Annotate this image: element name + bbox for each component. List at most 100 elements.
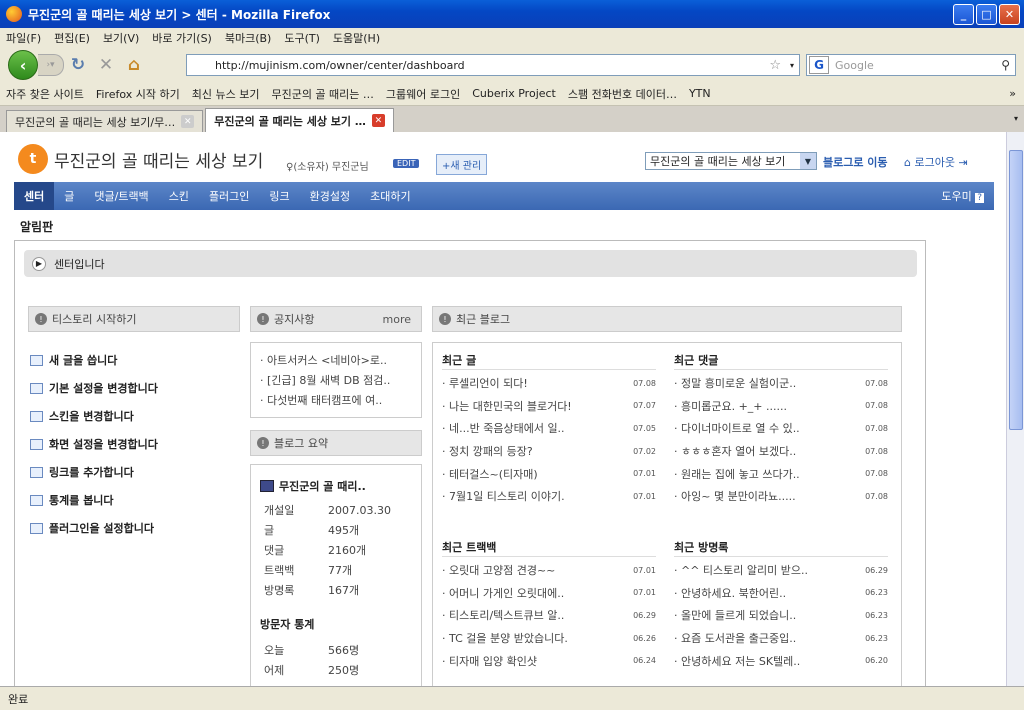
recent-posts-title: 최근 글 bbox=[442, 350, 656, 370]
search-box[interactable]: G Google ⚲ bbox=[806, 54, 1016, 76]
bookmark-item[interactable]: 무진군의 골 때리는 … bbox=[271, 86, 373, 102]
item-date: 06.20 bbox=[865, 656, 888, 666]
stop-icon[interactable]: ✕ bbox=[92, 55, 120, 75]
list-item[interactable]: · 안녕하세요 저는 SK텔레.. 06.20 bbox=[674, 649, 888, 672]
nav-invite[interactable]: 초대하기 bbox=[360, 182, 420, 210]
list-item[interactable]: · 나는 대한민국의 블로거다! 07.07 bbox=[442, 395, 656, 418]
navigation-toolbar: ‹ ›▾ ↻ ✕ ⌂ http://mujinism.com/owner/cen… bbox=[0, 48, 1024, 82]
item-label: 흥미롭군요. +_+ ...... bbox=[681, 399, 788, 413]
start-item[interactable]: 링크를 추가합니다 bbox=[30, 458, 240, 486]
list-item[interactable]: · 티스토리/텍스트큐브 알.. 06.29 bbox=[442, 604, 656, 627]
notice-more-link[interactable]: more bbox=[383, 313, 412, 326]
item-date: 06.24 bbox=[633, 656, 656, 666]
notice-item[interactable]: · 아트서커스 <네비아>로.. bbox=[260, 350, 420, 370]
tab-list-icon[interactable]: ▾ bbox=[1014, 114, 1018, 123]
menu-view[interactable]: 보기(V) bbox=[103, 30, 139, 46]
maximize-button[interactable]: □ bbox=[976, 4, 997, 25]
url-dropdown-icon[interactable]: ▾ bbox=[790, 61, 794, 70]
tab-label: 무진군의 골 때리는 세상 보기 … bbox=[214, 114, 366, 128]
google-icon[interactable]: G bbox=[809, 56, 829, 74]
go-blog-link[interactable]: 블로그로 이동 bbox=[823, 154, 888, 170]
tab-2[interactable]: 무진군의 골 때리는 세상 보기 … ✕ bbox=[205, 108, 394, 132]
nav-center[interactable]: 센터 bbox=[14, 182, 55, 210]
help-link[interactable]: 도우미 ? bbox=[941, 188, 984, 204]
bookmark-item[interactable]: YTN bbox=[689, 87, 711, 100]
back-button[interactable]: ‹ bbox=[8, 50, 38, 80]
list-item[interactable]: · 안녕하세요. 북한어린.. 06.23 bbox=[674, 582, 888, 605]
edit-badge[interactable]: EDIT bbox=[393, 159, 420, 168]
bookmarks-toolbar: 자주 찾은 사이트 Firefox 시작 하기 최신 뉴스 보기 무진군의 골 … bbox=[0, 82, 1024, 106]
close-button[interactable]: ✕ bbox=[999, 4, 1020, 25]
bookmark-item[interactable]: 최신 뉴스 보기 bbox=[192, 86, 260, 102]
start-item[interactable]: 화면 설정을 변경합니다 bbox=[30, 430, 240, 458]
list-item[interactable]: · 흥미롭군요. +_+ ...... 07.08 bbox=[674, 395, 888, 418]
bookmark-item[interactable]: 스팸 전화번호 데이터… bbox=[568, 86, 677, 102]
bookmark-item[interactable]: 자주 찾은 사이트 bbox=[6, 86, 84, 102]
chevron-right-icon[interactable]: » bbox=[1009, 87, 1016, 100]
stat-value: 495개 bbox=[328, 524, 360, 537]
logout-link[interactable]: ⌂ 로그아웃 ⇥ bbox=[904, 154, 968, 170]
nav-plugin[interactable]: 플러그인 bbox=[199, 182, 259, 210]
start-item[interactable]: 플러그인을 설정합니다 bbox=[30, 514, 240, 542]
start-item[interactable]: 스킨을 변경합니다 bbox=[30, 402, 240, 430]
new-manage-button[interactable]: +새 관리 bbox=[436, 154, 488, 175]
menu-help[interactable]: 도움말(H) bbox=[333, 30, 380, 46]
scrollbar-thumb[interactable] bbox=[1009, 150, 1023, 430]
list-item[interactable]: · 루셀리언이 되다! 07.08 bbox=[442, 372, 656, 395]
home-icon[interactable]: ⌂ bbox=[120, 55, 148, 75]
list-item[interactable]: · 티자매 입양 확인샷 06.24 bbox=[442, 649, 656, 672]
start-item[interactable]: 새 글을 씁니다 bbox=[30, 346, 240, 374]
start-item[interactable]: 기본 설정을 변경합니다 bbox=[30, 374, 240, 402]
nav-link[interactable]: 링크 bbox=[259, 182, 299, 210]
blog-select[interactable]: 무진군의 골 때리는 세상 보기 ▼ bbox=[645, 152, 817, 170]
start-item[interactable]: 통계를 봅니다 bbox=[30, 486, 240, 514]
list-item[interactable]: · 원래는 집에 놓고 쓰다가.. 07.08 bbox=[674, 462, 888, 485]
minimize-button[interactable]: _ bbox=[953, 4, 974, 25]
stat-value: 566명 bbox=[328, 644, 360, 657]
menu-tools[interactable]: 도구(T) bbox=[284, 30, 320, 46]
search-icon[interactable]: ⚲ bbox=[1001, 58, 1010, 72]
menu-edit[interactable]: 편집(E) bbox=[54, 30, 90, 46]
notice-item[interactable]: · 다섯번째 태터캠프에 여.. bbox=[260, 390, 420, 410]
list-item[interactable]: · 어머니 가게인 오릿대에.. 07.01 bbox=[442, 582, 656, 605]
nav-skin[interactable]: 스킨 bbox=[159, 182, 199, 210]
list-item[interactable]: · ^^ 티스토리 알리미 받으.. 06.29 bbox=[674, 559, 888, 582]
nav-comments[interactable]: 댓글/트랙백 bbox=[84, 182, 158, 210]
blog-title[interactable]: 무진군의 골 때리는 세상 보기 bbox=[54, 147, 263, 172]
nav-posts[interactable]: 글 bbox=[54, 182, 84, 210]
close-tab-icon[interactable]: ✕ bbox=[181, 115, 195, 128]
bookmark-item[interactable]: Firefox 시작 하기 bbox=[96, 86, 180, 102]
list-item[interactable]: · 네...반 죽음상태에서 일.. 07.05 bbox=[442, 417, 656, 440]
bookmark-item[interactable]: Cuberix Project bbox=[472, 87, 556, 100]
bookmark-star-icon[interactable]: ☆ bbox=[769, 58, 781, 73]
item-label: 티스토리/텍스트큐브 알.. bbox=[449, 609, 565, 623]
close-tab-icon[interactable]: ✕ bbox=[371, 114, 385, 127]
menu-bookmarks[interactable]: 북마크(B) bbox=[225, 30, 272, 46]
help-icon: ? bbox=[975, 193, 984, 203]
list-item[interactable]: · 테터걸스~(티자매) 07.01 bbox=[442, 462, 656, 485]
list-item[interactable]: · ㅎㅎㅎ혼자 열어 보겠다.. 07.08 bbox=[674, 440, 888, 463]
stat-row: 트랙백 77개 bbox=[264, 560, 391, 580]
list-item[interactable]: · 정말 흥미로운 실험이군.. 07.08 bbox=[674, 372, 888, 395]
vertical-scrollbar[interactable] bbox=[1006, 132, 1024, 686]
list-item[interactable]: · 올만에 들르게 되었습니.. 06.23 bbox=[674, 604, 888, 627]
list-item[interactable]: · 아잉~ 몇 분만이라뇨..... 07.08 bbox=[674, 485, 888, 508]
menu-file[interactable]: 파일(F) bbox=[6, 30, 41, 46]
start-item-label: 기본 설정을 변경합니다 bbox=[49, 382, 158, 395]
list-item[interactable]: · 정치 깡패의 등장? 07.02 bbox=[442, 440, 656, 463]
list-item[interactable]: · 7월1일 티스토리 이야기. 07.01 bbox=[442, 485, 656, 508]
nav-settings[interactable]: 환경설정 bbox=[300, 182, 360, 210]
bookmark-item[interactable]: 그룹웨어 로그인 bbox=[386, 86, 460, 102]
reload-icon[interactable]: ↻ bbox=[64, 55, 92, 75]
list-item[interactable]: · 오릿대 고양점 견경~~ 07.01 bbox=[442, 559, 656, 582]
menu-go[interactable]: 바로 가기(S) bbox=[152, 30, 212, 46]
summary-header: ! 블로그 요약 bbox=[250, 430, 422, 456]
tab-1[interactable]: 무진군의 골 때리는 세상 보기/무… ✕ bbox=[6, 110, 204, 132]
write-icon bbox=[30, 354, 43, 366]
url-bar[interactable]: http://mujinism.com/owner/center/dashboa… bbox=[186, 54, 800, 76]
list-item[interactable]: · TC 걸을 분양 받았습니다. 06.26 bbox=[442, 627, 656, 650]
notice-item[interactable]: · [긴급] 8월 새벽 DB 점검.. bbox=[260, 370, 420, 390]
list-item[interactable]: · 요즘 도서관을 출근중입.. 06.23 bbox=[674, 627, 888, 650]
forward-button[interactable]: ›▾ bbox=[38, 54, 64, 76]
list-item[interactable]: · 다이너마이트로 열 수 있.. 07.08 bbox=[674, 417, 888, 440]
